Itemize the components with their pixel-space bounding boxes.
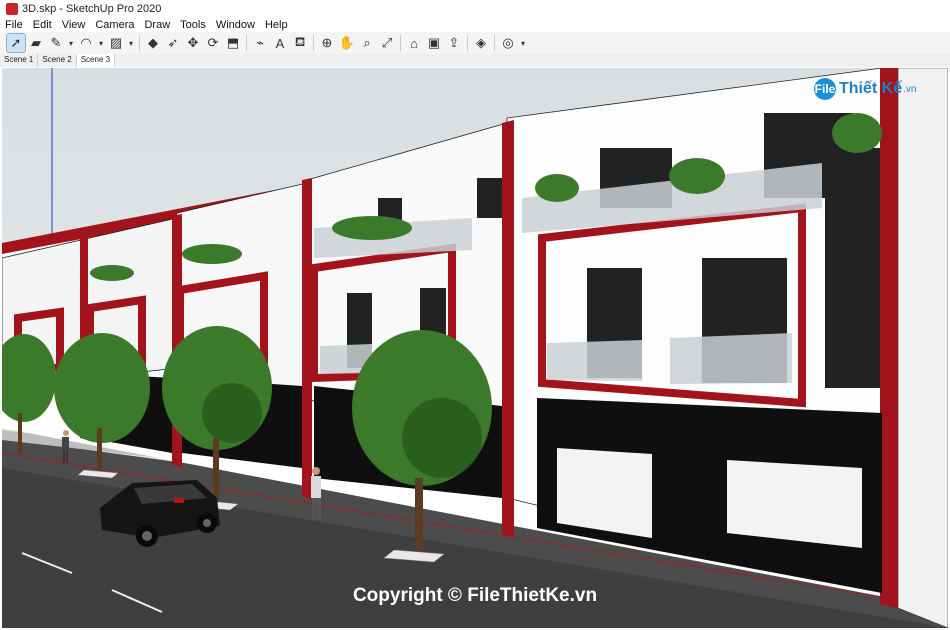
menu-camera[interactable]: Camera bbox=[90, 19, 139, 31]
arc-icon[interactable]: ◠ bbox=[77, 34, 95, 52]
title-bar: 3D.skp - SketchUp Pro 2020 bbox=[0, 0, 950, 18]
extension-warehouse-icon[interactable]: ▣ bbox=[425, 34, 443, 52]
zoom-extents-icon[interactable]: ⤢ bbox=[378, 34, 396, 52]
toolbar-separator bbox=[467, 35, 468, 51]
shape-rectangle-icon[interactable]: ▨ bbox=[107, 34, 125, 52]
3d-viewport[interactable]: File Thiết Kế .vn bbox=[2, 68, 948, 628]
warehouse-icon[interactable]: ⌂ bbox=[405, 34, 423, 52]
rotate-icon[interactable]: ⟳ bbox=[204, 34, 222, 52]
dropdown-arrow-icon[interactable]: ▾ bbox=[127, 34, 135, 52]
dropdown-arrow-icon[interactable]: ▾ bbox=[519, 34, 527, 52]
copyright-watermark: Copyright © FileThietKe.vn bbox=[352, 585, 598, 606]
tape-measure-icon[interactable]: ⌁ bbox=[251, 34, 269, 52]
tab-scene-1[interactable]: Scene 1 bbox=[0, 54, 39, 67]
menu-view[interactable]: View bbox=[57, 19, 91, 31]
toolbar-separator bbox=[494, 35, 495, 51]
pan-hand-icon[interactable]: ✋ bbox=[338, 34, 356, 52]
menu-help[interactable]: Help bbox=[260, 19, 293, 31]
sketchup-app-icon bbox=[6, 3, 18, 15]
menu-window[interactable]: Window bbox=[211, 19, 260, 31]
toolbar-separator bbox=[313, 35, 314, 51]
push-pull-icon[interactable]: ◆ bbox=[144, 34, 162, 52]
menu-bar: File Edit View Camera Draw Tools Window Help bbox=[0, 18, 950, 32]
toolbar-separator bbox=[139, 35, 140, 51]
pencil-line-icon[interactable]: ✎ bbox=[47, 34, 65, 52]
dropdown-arrow-icon[interactable]: ▾ bbox=[97, 34, 105, 52]
select-arrow-icon[interactable]: ➚ bbox=[6, 33, 26, 53]
logo-tld: .vn bbox=[903, 83, 917, 95]
zoom-icon[interactable]: ⌕ bbox=[358, 34, 376, 52]
dropdown-arrow-icon[interactable]: ▾ bbox=[67, 34, 75, 52]
scene-tabs: Scene 1 Scene 2 Scene 3 bbox=[0, 54, 950, 67]
toolbar-separator bbox=[400, 35, 401, 51]
account-icon[interactable]: ◎ bbox=[499, 34, 517, 52]
orbit-icon[interactable]: ⊕ bbox=[318, 34, 336, 52]
window-title: 3D.skp - SketchUp Pro 2020 bbox=[22, 3, 162, 15]
move-icon[interactable]: ✥ bbox=[184, 34, 202, 52]
logo-badge: File bbox=[814, 78, 836, 100]
building-model-render bbox=[2, 68, 948, 628]
text-label-icon[interactable]: A bbox=[271, 34, 289, 52]
ruby-extension-icon[interactable]: ◈ bbox=[472, 34, 490, 52]
logo-name: Thiết Kế bbox=[839, 80, 903, 97]
scale-icon[interactable]: ⬒ bbox=[224, 34, 242, 52]
tab-scene-3[interactable]: Scene 3 bbox=[76, 54, 116, 67]
follow-me-icon[interactable]: ➶ bbox=[164, 34, 182, 52]
paint-bucket-icon[interactable]: ⛾ bbox=[291, 34, 309, 52]
menu-edit[interactable]: Edit bbox=[28, 19, 57, 31]
toolbar-separator bbox=[246, 35, 247, 51]
menu-tools[interactable]: Tools bbox=[175, 19, 211, 31]
eraser-icon[interactable]: ▰ bbox=[27, 34, 45, 52]
tab-scene-2[interactable]: Scene 2 bbox=[38, 54, 77, 67]
share-model-icon[interactable]: ⇪ bbox=[445, 34, 463, 52]
main-toolbar: ➚ ▰ ✎ ▾ ◠ ▾ ▨ ▾ ◆ ➶ ✥ ⟳ ⬒ ⌁ A ⛾ ⊕ ✋ ⌕ ⤢ ⌂ ▣ ⇪ ◈ ◎ ▾ bbox=[0, 32, 950, 55]
menu-draw[interactable]: Draw bbox=[139, 19, 175, 31]
menu-file[interactable]: File bbox=[0, 19, 28, 31]
filethietke-logo: File Thiết Kế .vn bbox=[814, 78, 916, 100]
